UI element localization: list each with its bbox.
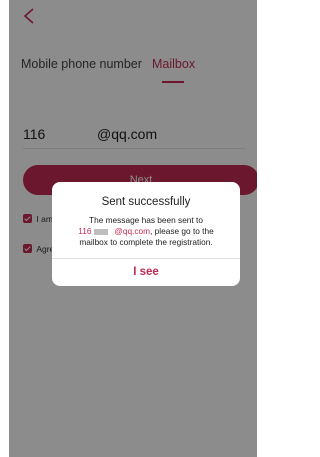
dialog-email-suffix: @qq.com — [114, 226, 151, 236]
dialog-email-prefix: 116 — [78, 226, 92, 236]
dialog-message: The message has been sent to 116 @qq.com… — [58, 215, 234, 248]
dialog-title: Sent successfully — [101, 196, 191, 208]
dialog-message-line2: , please go to the — [150, 226, 214, 236]
dialog-message-line3: mailbox to complete the registration. — [79, 237, 213, 247]
dialog-message-line1: The message has been sent to — [89, 215, 203, 225]
redaction-mark — [93, 228, 108, 235]
screen: Mobile phone number Mailbox 116 @qq.com … — [9, 0, 257, 457]
i-see-button[interactable]: I see — [52, 259, 240, 286]
success-dialog: Sent successfully The message has been s… — [52, 182, 240, 286]
